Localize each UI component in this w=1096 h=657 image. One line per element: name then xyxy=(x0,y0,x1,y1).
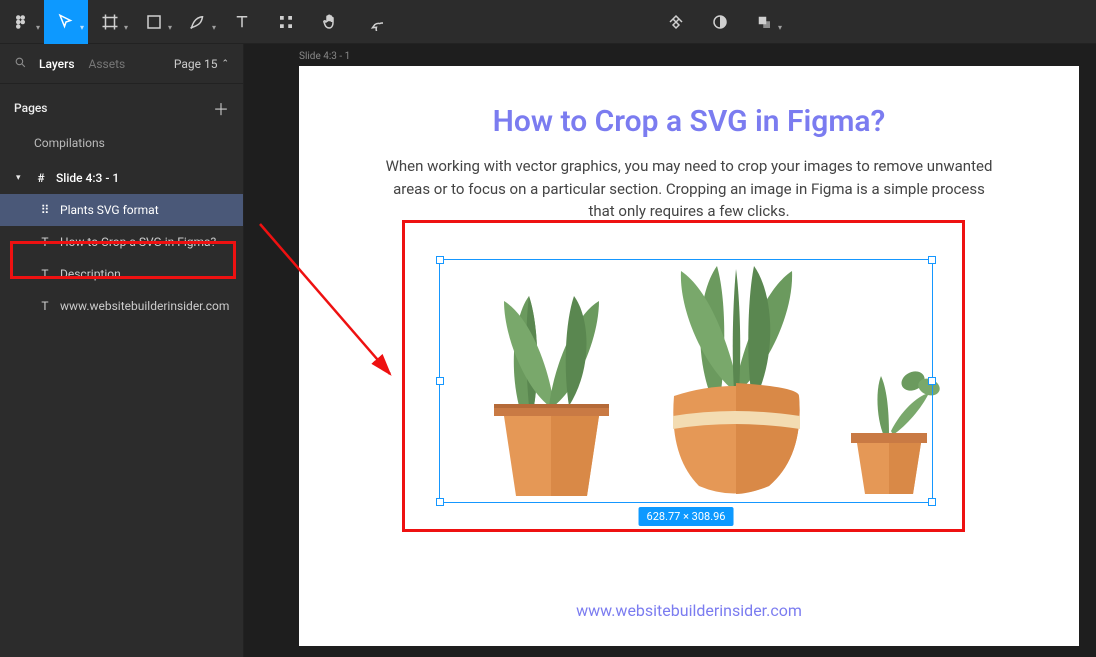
page-item[interactable]: Compilations xyxy=(0,130,243,156)
slide-description: When working with vector graphics, you m… xyxy=(379,155,999,223)
frame-layer[interactable]: ▾ # Slide 4:3 - 1 xyxy=(0,162,243,194)
move-tool-button[interactable]: ▾ xyxy=(44,0,88,44)
selection-handle-mr[interactable] xyxy=(928,377,936,385)
selection-dimensions-badge: 628.77 × 308.96 xyxy=(639,507,734,526)
chevron-down-icon: ▾ xyxy=(168,23,172,32)
figma-menu-button[interactable]: ▾ xyxy=(0,0,44,44)
pen-tool-button[interactable]: ▾ xyxy=(176,0,220,44)
layer-plants-svg[interactable]: ⠿ Plants SVG format xyxy=(0,194,243,226)
group-icon: ⠿ xyxy=(38,203,52,217)
rectangle-icon xyxy=(145,13,163,31)
resources-icon xyxy=(277,13,295,31)
tab-assets[interactable]: Assets xyxy=(89,57,126,71)
pages-header-label: Pages xyxy=(14,101,47,115)
frame-icon: # xyxy=(34,171,48,185)
pages-header: Pages ＋ xyxy=(0,84,243,130)
toolbar-right-button-2[interactable] xyxy=(698,0,742,44)
page-selector-label: Page 15 xyxy=(174,57,218,71)
selection-box[interactable]: 628.77 × 308.96 xyxy=(439,259,933,503)
hand-tool-button[interactable] xyxy=(308,0,352,44)
text-icon: T xyxy=(38,267,52,281)
layer-label: Slide 4:3 - 1 xyxy=(56,171,119,185)
caret-down-icon: ▾ xyxy=(16,173,26,183)
toolbar-right-button-1[interactable] xyxy=(654,0,698,44)
hand-icon xyxy=(321,13,339,31)
chevron-down-icon: ▾ xyxy=(778,23,782,32)
selection-handle-ml[interactable] xyxy=(436,377,444,385)
text-tool-button[interactable] xyxy=(220,0,264,44)
selection-handle-bl[interactable] xyxy=(436,498,444,506)
text-icon xyxy=(233,13,251,31)
page-selector[interactable]: Page 15 ⌃ xyxy=(174,57,229,71)
chevron-down-icon: ▾ xyxy=(80,23,84,32)
layers-panel: Layers Assets Page 15 ⌃ Pages ＋ Compilat… xyxy=(0,44,244,657)
text-icon: T xyxy=(38,299,52,313)
resources-tool-button[interactable] xyxy=(264,0,308,44)
chevron-down-icon: ▾ xyxy=(124,23,128,32)
comment-tool-button[interactable] xyxy=(352,0,396,44)
add-page-button[interactable]: ＋ xyxy=(213,96,229,120)
panel-tabs: Layers Assets Page 15 ⌃ xyxy=(0,44,243,84)
slide-frame[interactable]: How to Crop a SVG in Figma? When working… xyxy=(299,66,1079,646)
layer-title-text[interactable]: T How to Crop a SVG in Figma? xyxy=(0,226,243,258)
layer-label: How to Crop a SVG in Figma? xyxy=(60,235,216,249)
frame-icon xyxy=(101,13,119,31)
pen-icon xyxy=(189,13,207,31)
squares-icon xyxy=(755,13,773,31)
chevron-down-icon: ▾ xyxy=(212,23,216,32)
layer-label: Description xyxy=(60,267,121,281)
chevron-up-icon: ⌃ xyxy=(221,59,229,69)
selection-handle-tr[interactable] xyxy=(928,256,936,264)
layer-description-text[interactable]: T Description xyxy=(0,258,243,290)
shape-tool-button[interactable]: ▾ xyxy=(132,0,176,44)
toolbar-right-button-3[interactable]: ▾ xyxy=(742,0,786,44)
layer-site-text[interactable]: T www.websitebuilderinsider.com xyxy=(0,290,243,322)
search-icon[interactable] xyxy=(14,56,27,72)
layer-label: www.websitebuilderinsider.com xyxy=(60,299,229,313)
tab-layers[interactable]: Layers xyxy=(39,57,75,71)
selection-handle-tl[interactable] xyxy=(436,256,444,264)
text-icon: T xyxy=(38,235,52,249)
canvas[interactable]: Slide 4:3 - 1 How to Crop a SVG in Figma… xyxy=(244,44,1096,657)
figma-logo-icon xyxy=(13,13,31,31)
chevron-down-icon: ▾ xyxy=(36,23,40,32)
frame-tool-button[interactable]: ▾ xyxy=(88,0,132,44)
selection-handle-br[interactable] xyxy=(928,498,936,506)
slide-site-url: www.websitebuilderinsider.com xyxy=(299,601,1079,620)
contrast-icon xyxy=(711,13,729,31)
frame-label[interactable]: Slide 4:3 - 1 xyxy=(299,51,350,62)
comment-icon xyxy=(365,13,383,31)
toolbar: ▾ ▾ ▾ ▾ ▾ ▾ xyxy=(0,0,1096,44)
diamond-icon xyxy=(667,13,685,31)
layer-label: Plants SVG format xyxy=(60,203,159,217)
slide-title: How to Crop a SVG in Figma? xyxy=(299,104,1079,139)
cursor-icon xyxy=(57,13,75,31)
